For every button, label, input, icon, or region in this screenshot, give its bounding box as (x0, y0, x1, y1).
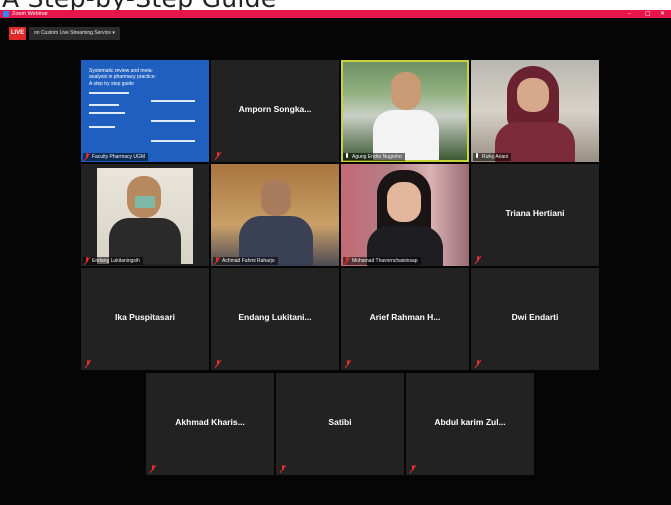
mic-muted-icon (85, 360, 91, 368)
mic-muted-icon (214, 257, 220, 265)
slide-title: Systematic review and meta-analysis in p… (89, 68, 156, 80)
video-tile[interactable]: Rizky Ariani (471, 60, 599, 162)
video-tile[interactable]: Ika Puspitasari (81, 268, 209, 370)
top-banner: A Step-by-Step Guide (0, 0, 671, 10)
mic-muted-icon (475, 256, 481, 264)
person-face (517, 78, 549, 112)
participant-nameplate: Rizky Ariani (473, 153, 512, 161)
mic-muted-icon (150, 465, 156, 473)
participant-nameplate: Achmad Fahmi Raharjo (213, 257, 278, 265)
mic-muted-icon (344, 257, 350, 265)
minimize-button[interactable]: – (628, 10, 631, 18)
participant-nameplate: Endang Lukitaningsih (83, 257, 143, 265)
participant-video (341, 164, 469, 266)
slide-divider (151, 120, 195, 122)
video-tile[interactable]: Triana Hertiani (471, 164, 599, 266)
window-titlebar: Zoom Webinar – □ ✕ (0, 10, 671, 18)
mic-muted-icon (345, 360, 351, 368)
live-badge[interactable]: LIVE (9, 27, 26, 40)
zoom-icon (3, 11, 9, 17)
banner-title: A Step-by-Step Guide (2, 0, 277, 10)
participant-name: Akhmad Kharis... (175, 417, 245, 427)
participant-nameplate: Mohamad Thavornchaisinsap (343, 257, 421, 265)
video-tile[interactable]: Satibi (276, 373, 404, 475)
mic-muted-icon (280, 465, 286, 473)
mic-muted-icon (84, 257, 90, 265)
participant-name: Endang Lukitaningsih (92, 258, 140, 264)
mic-muted-icon (215, 152, 221, 160)
video-tile[interactable]: Endang Lukitaningsih (81, 164, 209, 266)
participant-name: Mohamad Thavornchaisinsap (352, 258, 418, 264)
video-tile[interactable]: Dwi Endarti (471, 268, 599, 370)
participant-nameplate: Faculty Pharmacy UGM (83, 153, 149, 161)
participant-name: Triana Hertiani (505, 208, 565, 218)
participant-name: Endang Lukitani... (238, 312, 312, 322)
slide-subtitle: A step by step guide (89, 81, 135, 87)
participant-name: Agung Endro Nugroho (352, 154, 402, 160)
video-tile[interactable]: Arief Rahman H... (341, 268, 469, 370)
person-mask (135, 196, 155, 208)
participant-video (211, 164, 339, 266)
mic-muted-icon (410, 465, 416, 473)
window-title: Zoom Webinar (12, 11, 48, 17)
participant-nameplate: Agung Endro Nugroho (343, 153, 405, 161)
participant-name: Faculty Pharmacy UGM (92, 154, 146, 160)
video-tile[interactable]: Abdul karim Zul... (406, 373, 534, 475)
mic-muted-icon (475, 360, 481, 368)
slide-divider (89, 92, 129, 94)
participant-video (471, 60, 599, 162)
live-stream-dropdown[interactable]: on Custom Live Streaming Service ▾ (29, 27, 120, 40)
slide-divider (89, 126, 115, 128)
video-tile[interactable]: Amporn Songka... (211, 60, 339, 162)
participant-name: Arief Rahman H... (369, 312, 441, 322)
person-face (391, 72, 421, 110)
video-tile-active-speaker[interactable]: Agung Endro Nugroho (341, 60, 469, 162)
participant-name: Satibi (328, 417, 352, 427)
close-button[interactable]: ✕ (660, 10, 665, 18)
slide-divider (89, 104, 119, 106)
video-tile[interactable]: Achmad Fahmi Raharjo (211, 164, 339, 266)
mic-muted-icon (215, 360, 221, 368)
slide-divider (89, 112, 125, 114)
shared-slide: Systematic review and meta-analysis in p… (81, 60, 209, 162)
video-tile[interactable]: Mohamad Thavornchaisinsap (341, 164, 469, 266)
maximize-button[interactable]: □ (645, 10, 651, 18)
slide-divider (151, 140, 195, 142)
participant-video (97, 168, 193, 264)
participant-name: Ika Puspitasari (114, 312, 175, 322)
participant-name: Achmad Fahmi Raharjo (222, 258, 275, 264)
slide-divider (151, 100, 195, 102)
video-tile[interactable]: Akhmad Kharis... (146, 373, 274, 475)
mic-icon (476, 153, 478, 158)
webinar-window: LIVE on Custom Live Streaming Service ▾ … (0, 18, 671, 505)
participant-name: Abdul karim Zul... (434, 417, 506, 427)
participant-name: Rizky Ariani (482, 154, 509, 160)
participant-name: Dwi Endarti (511, 312, 559, 322)
mic-icon (346, 153, 348, 158)
person-face (261, 180, 291, 216)
mic-muted-icon (84, 153, 90, 161)
video-tile[interactable]: Endang Lukitani... (211, 268, 339, 370)
person-face (387, 182, 421, 222)
participant-name: Amporn Songka... (238, 104, 312, 114)
video-tile[interactable]: Systematic review and meta-analysis in p… (81, 60, 209, 162)
participant-video (343, 62, 467, 160)
